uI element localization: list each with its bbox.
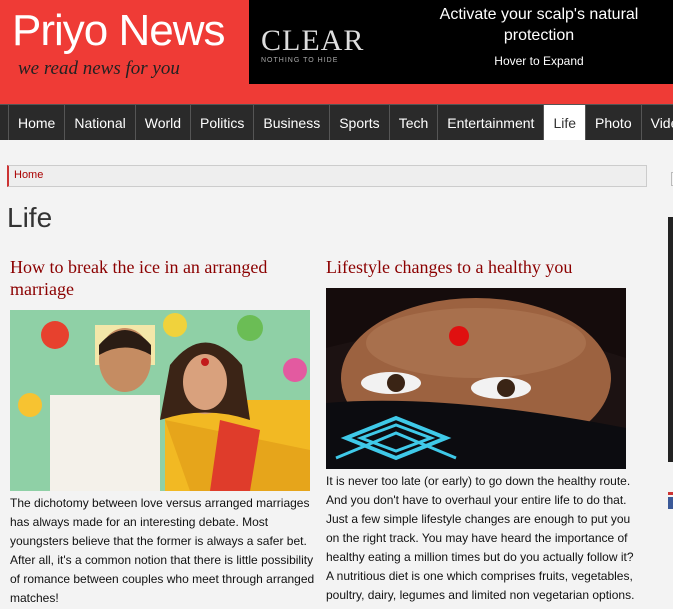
- main-navigation: Home National World Politics Business Sp…: [0, 104, 673, 140]
- article-image-couple[interactable]: [10, 310, 310, 491]
- nav-item-video[interactable]: Video: [642, 105, 673, 140]
- breadcrumb-home-link[interactable]: Home: [14, 169, 43, 181]
- sidebar-social-icon[interactable]: [668, 497, 673, 509]
- ad-brand-logo: CLEAR: [261, 24, 365, 57]
- article-card: How to break the ice in an arranged marr…: [10, 256, 314, 605]
- nav-item-national[interactable]: National: [65, 105, 136, 140]
- sidebar-divider: [668, 492, 673, 495]
- site-tagline: we read news for you: [18, 58, 180, 79]
- nav-item-life[interactable]: Life: [544, 105, 587, 140]
- article-card: Lifestyle changes to a healthy you It is…: [326, 256, 636, 602]
- breadcrumb: Home: [7, 165, 647, 187]
- article-excerpt: It is never too late (or early) to go do…: [326, 474, 635, 602]
- sidebar-ad[interactable]: [668, 217, 673, 462]
- advertisement-banner[interactable]: CLEAR NOTHING TO HIDE Activate your scal…: [249, 0, 673, 84]
- ad-brand-subtitle: NOTHING TO HIDE: [261, 57, 339, 64]
- nav-item-world[interactable]: World: [136, 105, 192, 140]
- nav-item-entertainment[interactable]: Entertainment: [438, 105, 545, 140]
- ad-expand-hint[interactable]: Hover to Expand: [409, 54, 669, 68]
- nav-item-business[interactable]: Business: [254, 105, 331, 140]
- article-title-link[interactable]: How to break the ice in an arranged marr…: [10, 256, 310, 300]
- nav-item-sports[interactable]: Sports: [330, 105, 390, 140]
- nav-item-tech[interactable]: Tech: [390, 105, 439, 140]
- nav-item-home[interactable]: Home: [8, 105, 66, 140]
- article-excerpt: The dichotomy between love versus arrang…: [10, 496, 315, 605]
- site-logo[interactable]: Priyo News: [12, 6, 225, 56]
- page-title: Life: [7, 202, 53, 233]
- ad-headline: Activate your scalp's natural protection: [439, 6, 639, 44]
- article-title-link[interactable]: Lifestyle changes to a healthy you: [326, 256, 636, 278]
- article-image-woman-bindi[interactable]: [326, 288, 626, 469]
- nav-item-photo[interactable]: Photo: [586, 105, 642, 140]
- nav-item-politics[interactable]: Politics: [191, 105, 255, 140]
